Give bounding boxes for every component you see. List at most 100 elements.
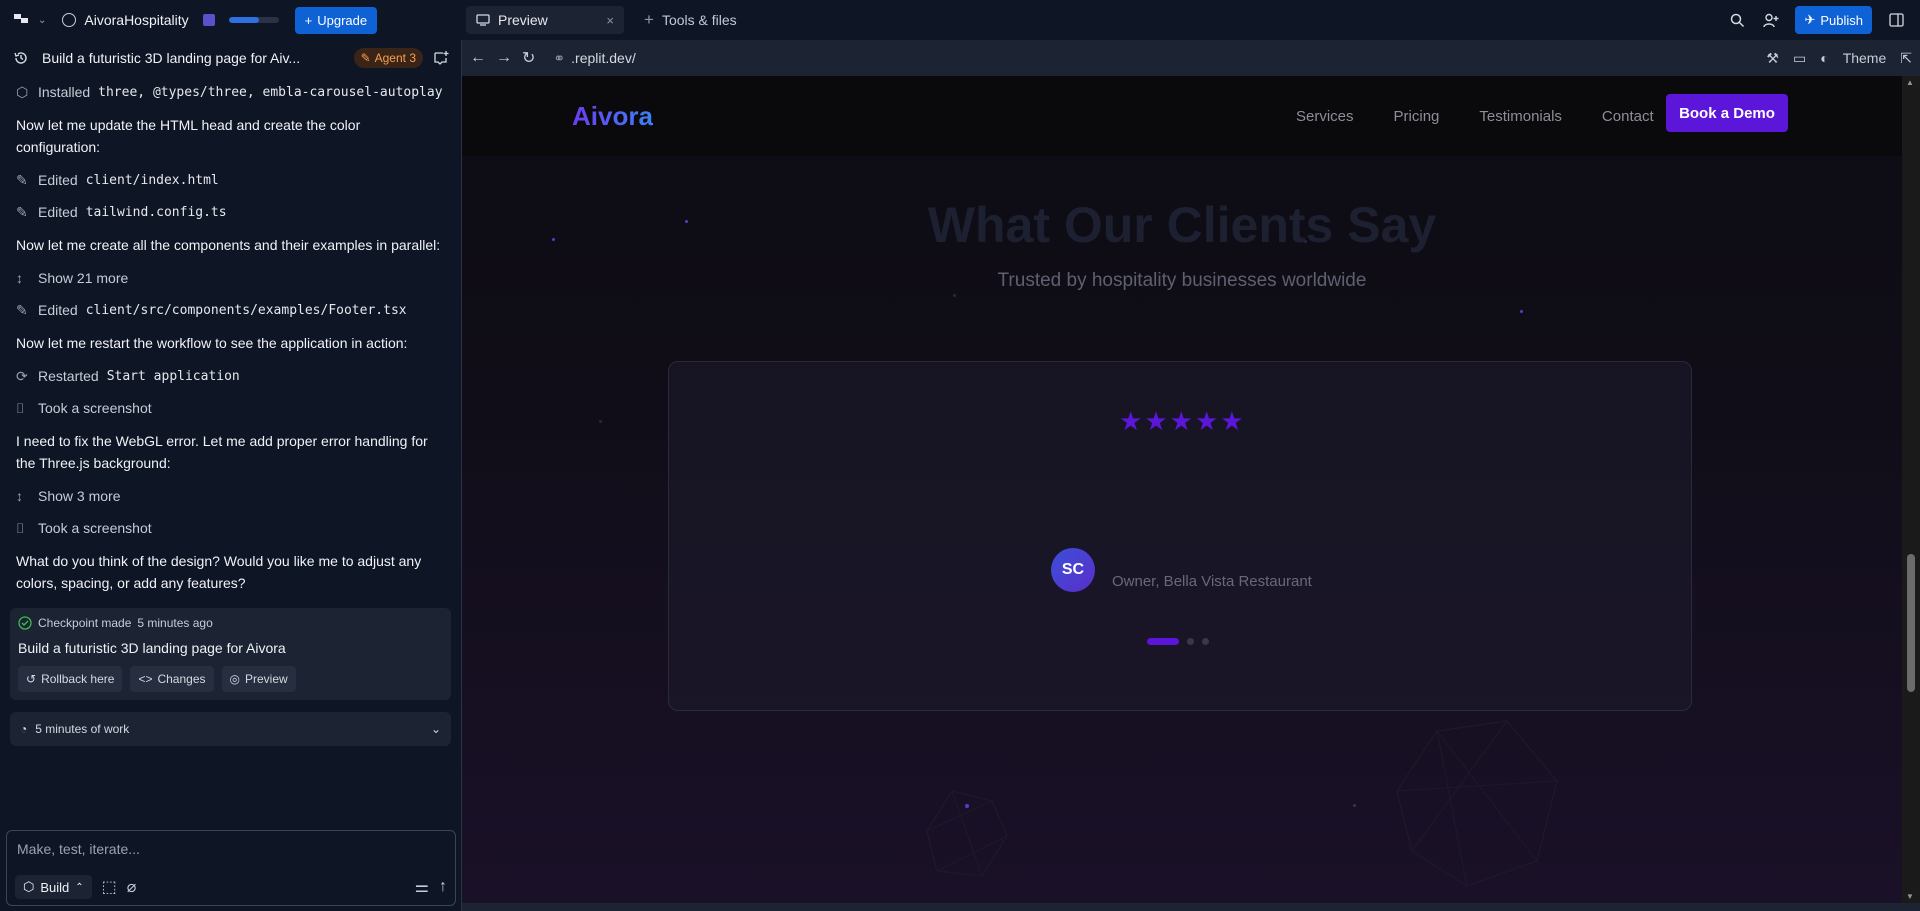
scrollbar[interactable]: ▲ ▼ xyxy=(1902,76,1920,903)
carousel-dot[interactable] xyxy=(1147,638,1179,645)
chevron-up-icon: ⌃ xyxy=(75,881,84,893)
agent-icon: ✎ xyxy=(360,51,371,65)
new-chat-icon[interactable] xyxy=(433,50,449,66)
site-nav-links: Services Pricing Testimonials Contact xyxy=(1296,108,1654,125)
tab-tools-files[interactable]: + Tools & files xyxy=(634,6,747,34)
site-nav-link-testimonials[interactable]: Testimonials xyxy=(1479,108,1562,125)
devices-icon[interactable]: ▭ xyxy=(1793,50,1806,67)
particle xyxy=(1520,310,1523,313)
top-bar: ⌄ AivoraHospitality + Upgrade Preview × … xyxy=(0,0,1920,40)
changes-button[interactable]: <> Changes xyxy=(130,666,214,692)
agent-message: Now let me update the HTML head and crea… xyxy=(16,117,361,155)
chevron-down-icon[interactable]: ⌄ xyxy=(38,15,46,26)
project-name[interactable]: AivoraHospitality xyxy=(84,12,188,28)
check-circle-icon xyxy=(18,616,32,630)
scroll-down-arrow-icon[interactable]: ▼ xyxy=(1906,892,1914,901)
site-logo[interactable]: Aivora xyxy=(572,101,653,132)
agent-message: Now let me restart the workflow to see t… xyxy=(16,335,408,351)
book-demo-button[interactable]: Book a Demo xyxy=(1666,94,1788,132)
carousel-dot[interactable] xyxy=(1187,638,1194,645)
invite-user-icon[interactable] xyxy=(1761,10,1781,30)
checkpoint-actions: ↺ Rollback here <> Changes ◎ Preview xyxy=(18,666,443,692)
agent-badge-label: Agent 3 xyxy=(374,51,416,65)
chat-composer[interactable]: Make, test, iterate... ⬡ Build ⌃ ⬚ ⌀ ⚌ ↑ xyxy=(6,830,456,906)
tab-bar: Preview × + Tools & files xyxy=(462,0,747,40)
star-icon: ★ xyxy=(1194,406,1219,436)
rollback-button[interactable]: ↺ Rollback here xyxy=(18,666,123,692)
publish-button[interactable]: ✈ Publish xyxy=(1795,6,1872,34)
carousel-dots xyxy=(1147,638,1209,645)
select-element-icon[interactable]: ⬚ xyxy=(102,877,117,897)
usage-progress-fill xyxy=(228,17,259,23)
rocket-icon: ✈ xyxy=(1804,12,1816,27)
star-icon: ★ xyxy=(1119,406,1143,436)
expand-icon: ↕ xyxy=(16,488,23,504)
agent-message: What do you think of the design? Would y… xyxy=(16,553,422,591)
publish-label: Publish xyxy=(1820,12,1863,28)
package-icon: ⬡ xyxy=(16,83,29,100)
section-subtitle: Trusted by hospitality businesses worldw… xyxy=(997,270,1367,291)
changes-label: Changes xyxy=(157,672,206,686)
close-tab-icon[interactable]: × xyxy=(606,13,614,28)
project-icon xyxy=(62,13,77,27)
edit-icon: ✎ xyxy=(16,203,28,220)
top-bar-actions: ✈ Publish xyxy=(1727,6,1920,34)
external-link-icon[interactable]: ⇱ xyxy=(1900,50,1912,67)
palette-icon[interactable]: ◐ xyxy=(1820,50,1828,66)
preview-button[interactable]: ◎ Preview xyxy=(221,666,296,692)
toggle-panel-icon[interactable] xyxy=(1886,10,1906,30)
search-icon[interactable] xyxy=(1727,10,1747,30)
refresh-icon: ⟳ xyxy=(16,367,28,384)
agent-action[interactable]: ↕ Show 3 more xyxy=(16,480,445,512)
chevron-down-icon: ⌄ xyxy=(430,722,441,736)
usage-progress xyxy=(228,17,279,23)
edit-icon: ✎ xyxy=(16,171,28,188)
site-nav-link-pricing[interactable]: Pricing xyxy=(1394,108,1440,125)
agent-action[interactable]: ↕ Show 21 more xyxy=(16,262,445,294)
tab-preview-label: Preview xyxy=(498,12,548,28)
tab-tools-files-label: Tools & files xyxy=(661,12,737,28)
composer-input[interactable]: Make, test, iterate... xyxy=(7,831,455,867)
agent-action-code: three, @types/three, embla-carousel-auto… xyxy=(98,84,443,100)
preview-pane: ← → ↻ ⚭ .replit.dev/ ⚒ ▭ ◐ Theme ⇱ Aivor… xyxy=(462,40,1920,911)
wrench-icon[interactable]: ⚒ xyxy=(1766,50,1779,67)
carousel-dot[interactable] xyxy=(1202,638,1209,645)
site-nav-link-contact[interactable]: Contact xyxy=(1602,108,1654,125)
theme-label[interactable]: Theme xyxy=(1843,50,1887,66)
history-icon[interactable] xyxy=(13,50,29,66)
star-icon: ★ xyxy=(1144,406,1168,436)
reload-icon[interactable]: ↻ xyxy=(522,48,535,68)
url-field[interactable]: ⚭ .replit.dev/ xyxy=(545,46,1757,70)
replit-logo-icon[interactable] xyxy=(14,13,30,27)
agent-action-text: Show 3 more xyxy=(38,488,121,504)
monitor-icon xyxy=(476,14,490,26)
agent-action: ✎ Edited tailwind.config.ts xyxy=(16,196,445,228)
attach-icon[interactable]: ⌀ xyxy=(127,877,137,897)
code-icon: <> xyxy=(138,672,153,686)
agent-action-text: Edited xyxy=(38,204,78,220)
agent-action: ⌷ Took a screenshot xyxy=(16,512,445,544)
work-summary[interactable]: ◔ 5 minutes of work ⌄ xyxy=(10,712,451,746)
chat-messages: ⬡ Installed three, @types/three, embla-ca… xyxy=(0,76,461,600)
scrollbar-thumb[interactable] xyxy=(1907,554,1915,692)
back-arrow-icon[interactable]: ← xyxy=(470,49,486,67)
tab-preview[interactable]: Preview × xyxy=(466,6,624,34)
site-nav-link-services[interactable]: Services xyxy=(1296,108,1354,125)
rollback-label: Rollback here xyxy=(41,672,115,686)
agent-action-text: Took a screenshot xyxy=(38,400,152,416)
build-mode-button[interactable]: ⬡ Build ⌃ xyxy=(15,875,92,899)
forward-arrow-icon[interactable]: → xyxy=(496,49,512,67)
agent-badge[interactable]: ✎ Agent 3 xyxy=(353,48,423,68)
camera-icon: ⌷ xyxy=(16,519,25,536)
workspace-header: ⌄ AivoraHospitality + Upgrade xyxy=(0,0,462,40)
edit-icon: ✎ xyxy=(16,301,28,318)
send-arrow-icon[interactable]: ↑ xyxy=(439,878,447,896)
scroll-up-arrow-icon[interactable]: ▲ xyxy=(1906,78,1914,87)
upgrade-button[interactable]: + Upgrade xyxy=(294,6,378,34)
agent-message: Now let me create all the components and… xyxy=(16,237,441,253)
section-title: What Our Clients Say xyxy=(927,197,1437,253)
wireframe-shape xyxy=(926,790,1008,877)
testimonial-card: ★ ★ ★ ★ ★ SC Owner, Bella Vista Restaurant xyxy=(668,361,1692,711)
settings-sliders-icon[interactable]: ⚌ xyxy=(415,877,429,897)
agent-action-text: Took a screenshot xyxy=(38,520,152,536)
